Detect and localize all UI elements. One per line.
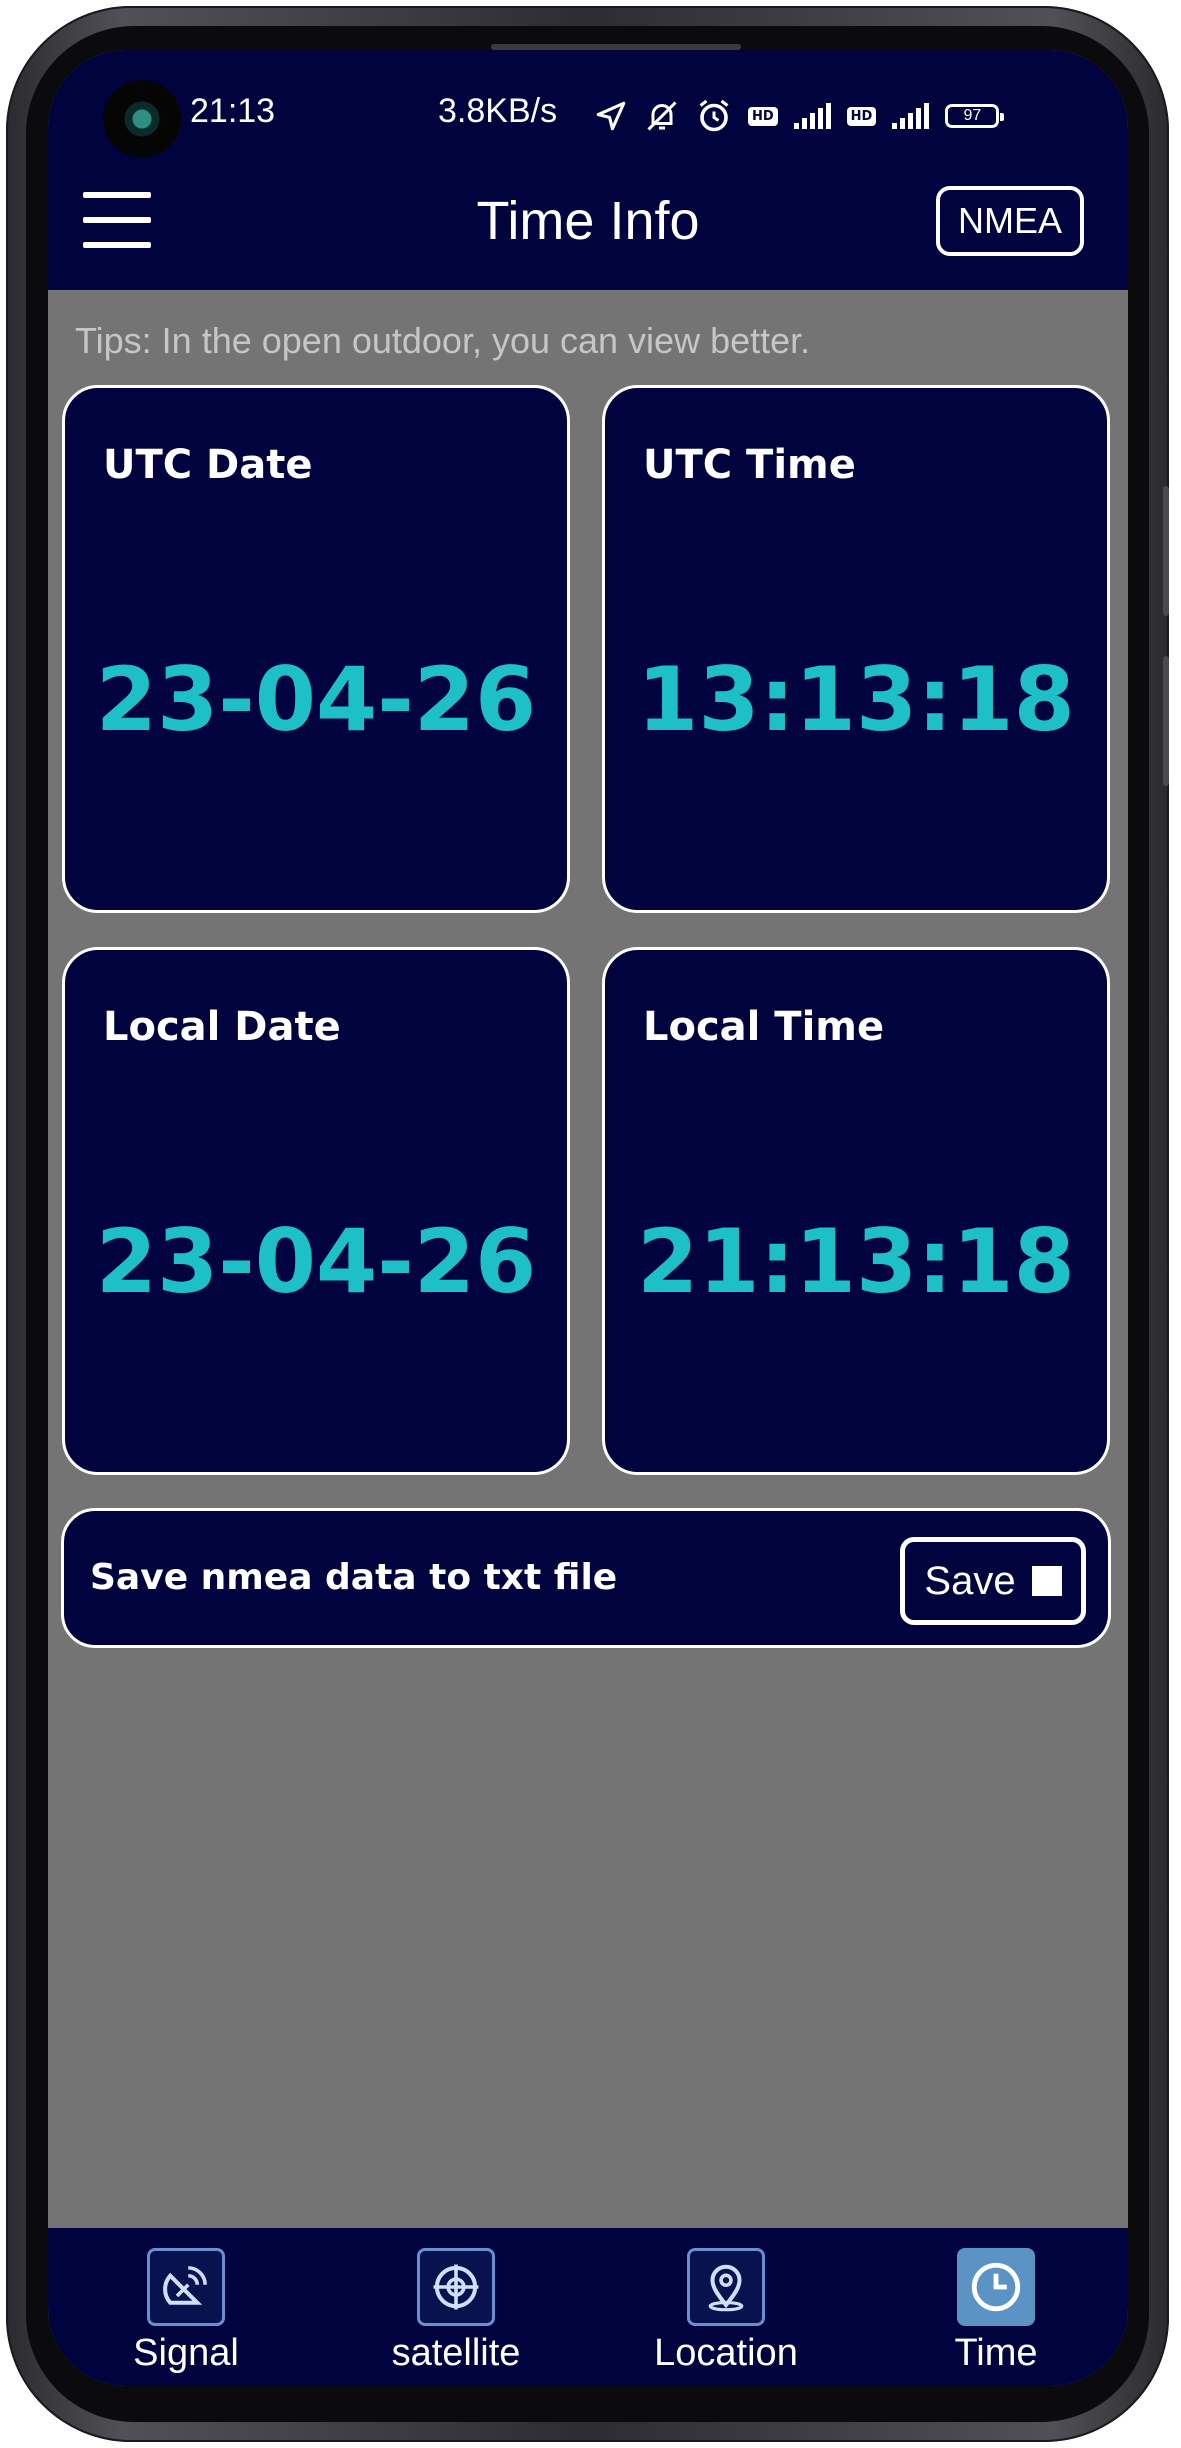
map-pin-icon bbox=[687, 2248, 765, 2326]
utc-time-card: UTC Time 13:13:18 bbox=[602, 385, 1110, 913]
clock-icon bbox=[957, 2248, 1035, 2326]
card-label: UTC Time bbox=[643, 442, 856, 488]
status-icons: HD HD 97 bbox=[594, 98, 1005, 134]
nav-label: Location bbox=[654, 2332, 798, 2374]
save-nmea-label: Save nmea data to txt file bbox=[90, 1557, 618, 1598]
nav-signal[interactable]: Signal bbox=[76, 2248, 296, 2375]
save-label: Save bbox=[924, 1558, 1016, 1603]
location-arrow-icon bbox=[596, 101, 626, 131]
nmea-button[interactable]: NMEA bbox=[936, 186, 1084, 256]
volume-button bbox=[1163, 486, 1169, 616]
network-speed: 3.8KB/s bbox=[438, 92, 558, 130]
card-label: UTC Date bbox=[103, 442, 313, 488]
card-value: 13:13:18 bbox=[637, 648, 1075, 751]
hd-icon: HD bbox=[846, 106, 877, 126]
nav-label: Time bbox=[954, 2332, 1038, 2374]
card-value: 23-04-26 bbox=[95, 1210, 537, 1313]
card-value: 23-04-26 bbox=[95, 648, 537, 751]
globe-target-icon bbox=[417, 2248, 495, 2326]
nav-label: Signal bbox=[133, 2332, 239, 2374]
hd-icon: HD bbox=[748, 106, 778, 126]
save-checkbox-button[interactable]: Save bbox=[900, 1537, 1086, 1625]
nav-location[interactable]: Location bbox=[616, 2248, 836, 2375]
mute-icon bbox=[647, 101, 677, 131]
save-nmea-row: Save nmea data to txt file Save bbox=[61, 1508, 1111, 1648]
signal-4g-icon bbox=[793, 103, 831, 129]
nav-time[interactable]: Time bbox=[886, 2248, 1106, 2375]
tips-text: Tips: In the open outdoor, you can view … bbox=[75, 320, 811, 361]
battery-icon: 97 bbox=[945, 104, 1005, 128]
screen: 21:13 3.8KB/s HD HD 97 Time Info NMEA Ti… bbox=[48, 50, 1128, 2386]
local-date-card: Local Date 23-04-26 bbox=[62, 947, 570, 1475]
alarm-icon bbox=[699, 99, 729, 132]
front-camera bbox=[103, 80, 181, 158]
card-value: 21:13:18 bbox=[637, 1210, 1075, 1313]
app-header: 21:13 3.8KB/s HD HD 97 Time Info NMEA bbox=[48, 50, 1128, 290]
card-label: Local Date bbox=[103, 1004, 341, 1050]
checkbox-icon[interactable] bbox=[1031, 1566, 1062, 1596]
card-label: Local Time bbox=[643, 1004, 885, 1050]
power-button bbox=[1163, 656, 1169, 786]
nav-label: satellite bbox=[391, 2332, 521, 2374]
battery-level: 97 bbox=[963, 107, 982, 124]
local-time-card: Local Time 21:13:18 bbox=[602, 947, 1110, 1475]
bottom-nav: Signal satellite Location Time bbox=[48, 2228, 1128, 2386]
status-time: 21:13 bbox=[190, 92, 276, 130]
satellite-dish-icon bbox=[147, 2248, 225, 2326]
utc-date-card: UTC Date 23-04-26 bbox=[62, 385, 570, 913]
signal-4g-icon bbox=[892, 103, 930, 129]
nav-satellite[interactable]: satellite bbox=[346, 2248, 566, 2375]
